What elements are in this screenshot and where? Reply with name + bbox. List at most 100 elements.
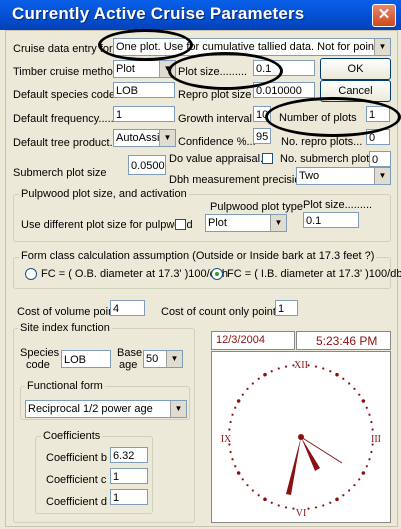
chevron-down-icon[interactable]: ▼ bbox=[270, 215, 286, 231]
pulpwood-plot-size-input[interactable]: 0.1 bbox=[303, 212, 359, 228]
species-code-label: Default species code bbox=[13, 89, 116, 101]
clock-time: 5:23:46 PM bbox=[316, 334, 378, 348]
coefficient-d-label: Coefficient d bbox=[46, 496, 107, 508]
pulpwood-plot-type-select[interactable]: Plot ▼ bbox=[205, 214, 287, 232]
confidence-input[interactable]: 95 bbox=[253, 128, 271, 144]
clock-tick-dot bbox=[342, 377, 345, 380]
clock-tick-dot bbox=[284, 365, 288, 368]
si-species-input[interactable]: LOB bbox=[61, 350, 111, 368]
use-different-size-checkbox[interactable] bbox=[175, 219, 186, 230]
clock-tick-dot bbox=[365, 406, 368, 409]
clock-tick-dot bbox=[246, 484, 249, 487]
clock-tick-dot bbox=[241, 393, 244, 396]
tree-product-select[interactable]: AutoAssi ▼ bbox=[113, 129, 176, 147]
numeral-12: XII bbox=[294, 360, 308, 371]
dbh-precision-select[interactable]: Two ▼ bbox=[296, 167, 391, 185]
si-base-label-1: Base bbox=[117, 347, 143, 359]
clock-tick-dot bbox=[270, 501, 273, 504]
clock-tick-dot bbox=[284, 506, 288, 509]
clock-tick-dot bbox=[329, 501, 332, 504]
submerch-plots-input[interactable]: 0 bbox=[369, 151, 391, 167]
coefficient-c-input[interactable]: 1 bbox=[110, 468, 148, 484]
clock-tick-dot bbox=[251, 489, 254, 492]
clock-tick-dot bbox=[257, 494, 260, 497]
si-base-age-select[interactable]: 50 ▼ bbox=[143, 350, 183, 368]
annotation-ellipse-number-of-plots bbox=[265, 97, 401, 137]
species-code-input[interactable]: LOB bbox=[113, 82, 175, 98]
count-cost-input[interactable]: 1 bbox=[275, 300, 298, 316]
form-class-group-title: Form class calculation assumption (Outsi… bbox=[19, 250, 377, 262]
ok-button[interactable]: OK bbox=[320, 58, 391, 80]
repro-plot-label: Repro plot size bbox=[178, 89, 252, 101]
appraisal-checkbox[interactable] bbox=[262, 153, 273, 164]
numeral-9: IX bbox=[221, 434, 232, 445]
numeral-6: VI bbox=[296, 508, 307, 519]
coefficient-d-input[interactable]: 1 bbox=[110, 489, 148, 505]
growth-interval-label: Growth interval bbox=[178, 113, 252, 125]
analog-clock-face: XII III VI IX bbox=[211, 351, 391, 523]
clock-date: 12/3/2004 bbox=[216, 334, 265, 346]
clock-tick-dot bbox=[231, 413, 234, 416]
clock-tick-dot bbox=[236, 471, 241, 475]
chevron-down-icon[interactable]: ▼ bbox=[374, 39, 390, 55]
clock-tick-dot bbox=[322, 367, 325, 370]
pulpwood-group-title: Pulpwood plot size, and activation bbox=[19, 188, 189, 200]
chevron-down-icon[interactable]: ▼ bbox=[374, 168, 390, 184]
clock-tick-dot bbox=[314, 365, 318, 368]
clock-tick-dot bbox=[348, 489, 351, 492]
form-class-ob-radio[interactable] bbox=[25, 268, 37, 280]
clock-tick-dot bbox=[234, 465, 237, 468]
frequency-input[interactable]: 1 bbox=[113, 106, 175, 122]
clock-hour-hand bbox=[301, 437, 320, 471]
repro-plots-label: No. repro plots... bbox=[281, 136, 363, 148]
clock-tick-dot bbox=[370, 420, 373, 424]
clock-center bbox=[298, 434, 304, 440]
clock-tick-dot bbox=[361, 471, 366, 475]
form-class-ib-label: FC = ( I.B. diameter at 17.3' )100/dbh bbox=[227, 268, 401, 280]
clock-tick-dot bbox=[371, 428, 374, 431]
clock-tick-dot bbox=[335, 497, 339, 502]
clock-tick-dot bbox=[358, 393, 361, 396]
clock-tick-dot bbox=[234, 406, 237, 409]
site-index-group-title: Site index function bbox=[18, 322, 112, 334]
pulpwood-plot-size-label: Plot size......... bbox=[303, 199, 373, 211]
submerch-plots-label: No. submerch plots bbox=[280, 153, 375, 165]
pulpwood-plot-type-value: Plot bbox=[208, 217, 227, 229]
chevron-down-icon[interactable]: ▼ bbox=[159, 130, 175, 146]
clock-tick-dot bbox=[358, 478, 361, 481]
close-button[interactable]: ✕ bbox=[372, 4, 396, 27]
chevron-down-icon[interactable]: ▼ bbox=[170, 401, 186, 417]
clock-tick-dot bbox=[370, 450, 373, 454]
annotation-ellipse-plot-size bbox=[168, 52, 283, 90]
form-class-ib-radio[interactable] bbox=[211, 268, 223, 280]
dbh-precision-value: Two bbox=[299, 170, 320, 182]
functional-form-value: Reciprocal 1/2 power age bbox=[28, 403, 153, 415]
clock-tick-dot bbox=[348, 382, 351, 385]
pulpwood-plot-type-label: Pulpwood plot type bbox=[210, 201, 303, 213]
clock-tick-dot bbox=[335, 372, 339, 377]
confidence-label: Confidence %... bbox=[178, 136, 256, 148]
si-species-label-2: code bbox=[26, 359, 50, 371]
clock-tick-dot bbox=[263, 372, 267, 377]
chevron-down-icon[interactable]: ▼ bbox=[166, 351, 182, 367]
si-base-label-2: age bbox=[119, 359, 138, 371]
coefficient-c-label: Coefficient c bbox=[46, 474, 107, 486]
volume-cost-input[interactable]: 4 bbox=[110, 300, 145, 316]
clock-minute-hand bbox=[286, 437, 301, 495]
count-cost-label: Cost of count only point bbox=[161, 306, 276, 318]
appraisal-label: Do value appraisal.... bbox=[169, 153, 273, 165]
use-different-size-label: Use different plot size for pulpwood bbox=[21, 219, 193, 231]
timber-method-select[interactable]: Plot ▼ bbox=[113, 60, 176, 78]
frequency-label: Default frequency...... bbox=[13, 113, 117, 125]
clock-tick-dot bbox=[263, 497, 267, 502]
clock-tick-dot bbox=[270, 370, 273, 373]
si-species-label-1: Species bbox=[20, 347, 60, 359]
coefficient-b-input[interactable]: 6.32 bbox=[110, 447, 148, 463]
clock-tick-dot bbox=[322, 504, 325, 507]
clock-tick-dot bbox=[277, 504, 280, 507]
submerch-size-input[interactable]: 0.05000 bbox=[128, 155, 166, 175]
clock-tick-dot bbox=[251, 382, 254, 385]
functional-form-select[interactable]: Reciprocal 1/2 power age ▼ bbox=[25, 400, 187, 418]
clock-tick-dot bbox=[361, 399, 366, 403]
clock-tick-dot bbox=[342, 494, 345, 497]
